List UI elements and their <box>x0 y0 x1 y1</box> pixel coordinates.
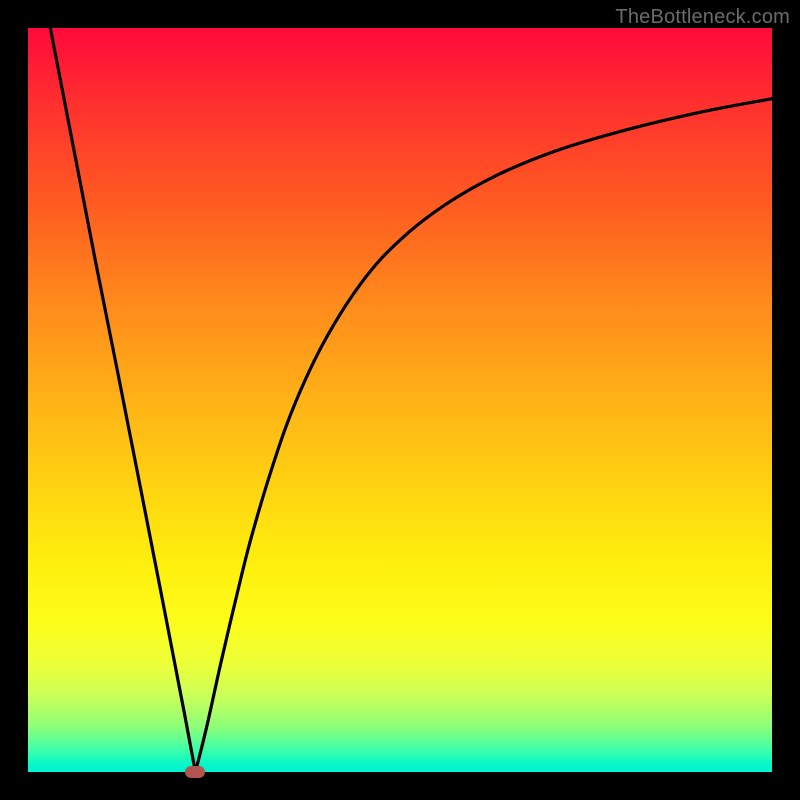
chart-frame: TheBottleneck.com <box>0 0 800 800</box>
watermark-text: TheBottleneck.com <box>615 6 790 29</box>
bottleneck-curve <box>28 28 772 772</box>
minimum-marker <box>185 766 205 778</box>
plot-area <box>28 28 772 772</box>
